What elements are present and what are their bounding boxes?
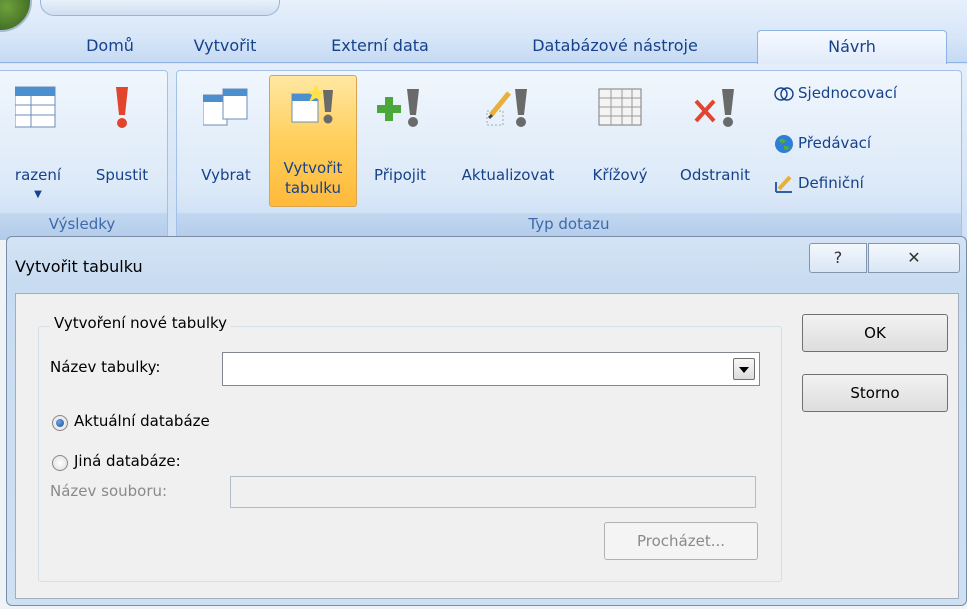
crosstab-icon: [597, 85, 643, 131]
update-query-label: Aktualizovat: [461, 166, 555, 184]
dialog-title-bar[interactable]: Vytvořit tabulku ? ✕: [7, 237, 966, 293]
help-icon: ?: [833, 248, 843, 267]
make-table-query-label: Vytvořit tabulku: [283, 159, 343, 197]
quick-access-toolbar: [40, 0, 280, 16]
select-query-label: Vybrat: [201, 166, 251, 184]
run-button[interactable]: Spustit: [81, 79, 163, 209]
view-button-label: razení: [14, 166, 62, 184]
view-button[interactable]: razení ▼: [0, 79, 79, 209]
new-table-group-title: Vytvoření nové tabulky: [50, 314, 232, 332]
tab-database-tools[interactable]: Databázové nástroje: [490, 30, 740, 64]
dialog-title: Vytvořit tabulku: [15, 257, 143, 276]
make-table-query-button[interactable]: Vytvořit tabulku: [269, 75, 357, 207]
ribbon: Domů Vytvořit Externí data Databázové ná…: [0, 0, 967, 241]
ok-button[interactable]: OK: [802, 314, 948, 352]
browse-button: Procházet...: [604, 522, 758, 560]
data-definition-query-button[interactable]: Definiční: [774, 170, 864, 196]
delete-query-button[interactable]: Odstranit: [665, 79, 765, 209]
ribbon-tab-strip: Domů Vytvořit Externí data Databázové ná…: [0, 0, 967, 65]
table-name-combobox[interactable]: [222, 352, 760, 386]
data-definition-query-label: Definiční: [798, 174, 864, 192]
tab-create[interactable]: Vytvořit: [170, 30, 280, 64]
append-query-button[interactable]: Připojit: [361, 79, 439, 209]
crosstab-query-button[interactable]: Křížový: [577, 79, 663, 209]
current-database-radio[interactable]: [52, 415, 68, 431]
ribbon-groups: razení ▼ Spustit Výsledky Vybrat Vytvoři…: [0, 64, 967, 241]
union-query-label: Sjednocovací: [798, 84, 898, 102]
table-name-label: Název tabulky:: [50, 358, 161, 376]
delete-icon: [692, 85, 738, 131]
run-button-label: Spustit: [95, 166, 149, 184]
make-table-dialog: Vytvořit tabulku ? ✕ Vytvoření nové tabu…: [6, 236, 967, 606]
append-query-label: Připojit: [373, 166, 427, 184]
file-name-field: [230, 476, 756, 508]
select-query-button[interactable]: Vybrat: [185, 79, 267, 209]
cancel-button[interactable]: Storno: [802, 374, 948, 412]
dropdown-arrow-icon[interactable]: [733, 358, 755, 380]
globe-icon: [774, 134, 794, 154]
table-icon: [14, 85, 61, 131]
close-icon: ✕: [907, 248, 921, 267]
tab-home[interactable]: Domů: [60, 30, 160, 64]
pass-through-query-button[interactable]: Předávací: [774, 130, 871, 156]
office-button[interactable]: [0, 0, 32, 32]
chevron-down-icon: ▼: [34, 189, 42, 200]
current-database-label[interactable]: Aktuální databáze: [74, 412, 210, 430]
close-button[interactable]: ✕: [868, 243, 960, 273]
definition-icon: [774, 174, 794, 194]
file-name-label: Název souboru:: [50, 482, 168, 500]
results-group: razení ▼ Spustit Výsledky: [0, 70, 168, 241]
table-name-input[interactable]: [223, 353, 723, 385]
tab-design[interactable]: Návrh: [757, 30, 947, 65]
pass-through-query-label: Předávací: [798, 134, 872, 152]
exclamation-icon: [99, 85, 145, 131]
help-button[interactable]: ?: [809, 243, 867, 273]
update-icon: [485, 85, 531, 131]
tab-external-data[interactable]: Externí data: [300, 30, 460, 64]
other-database-label[interactable]: Jiná databáze:: [74, 452, 181, 470]
dialog-client-area: Vytvoření nové tabulky Název tabulky: Ak…: [15, 293, 959, 599]
union-query-button[interactable]: Sjednocovací: [774, 80, 897, 106]
select-query-icon: [202, 85, 249, 131]
other-database-radio[interactable]: [52, 455, 68, 471]
update-query-button[interactable]: Aktualizovat: [443, 79, 573, 209]
make-table-icon: [290, 82, 336, 128]
append-icon: [377, 85, 423, 131]
union-icon: [774, 84, 794, 104]
crosstab-query-label: Křížový: [592, 166, 648, 184]
delete-query-label: Odstranit: [680, 166, 750, 184]
